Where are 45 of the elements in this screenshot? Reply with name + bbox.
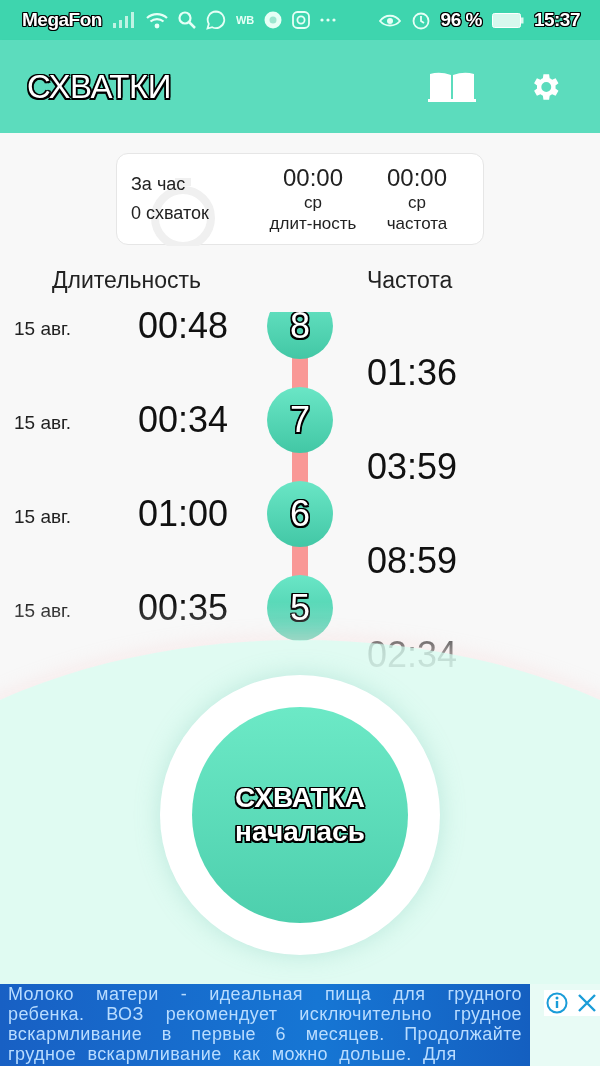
contraction-date: 15 авг. [13, 505, 72, 528]
app-title: СХВАТКИ [27, 67, 172, 106]
chat-bubble-icon [205, 10, 226, 30]
contraction-number: 8 [267, 312, 333, 359]
contraction-interval: 08:59 [366, 540, 459, 582]
contraction-number: 7 [267, 387, 333, 453]
contraction-duration: 00:34 [137, 399, 230, 441]
eye-icon [378, 12, 401, 28]
contraction-interval: 02:34 [366, 634, 459, 676]
column-heading: Длительность [52, 267, 203, 294]
contraction-duration: 00:35 [137, 587, 230, 629]
contraction-date: 15 авг. [13, 411, 72, 434]
contraction-number: 6 [267, 481, 333, 547]
browser-icon [264, 11, 283, 29]
stat-label: длит-ность [269, 213, 357, 234]
stat-value: 00:00 [282, 164, 344, 192]
clock-time: 15:37 [533, 9, 580, 31]
more-icon [320, 18, 337, 22]
stat-label: частота [386, 213, 448, 234]
stat-label: ср [304, 192, 322, 213]
column-heading: Частота [367, 267, 453, 294]
contraction-count: 0 схваток [131, 203, 210, 224]
contraction-interval: 03:59 [366, 446, 459, 488]
close-icon[interactable] [576, 992, 598, 1014]
info-icon[interactable] [546, 992, 568, 1014]
wifi-icon [145, 11, 168, 29]
contraction-interval: 01:36 [366, 352, 459, 394]
contraction-duration: 00:48 [137, 312, 230, 347]
contraction-number: 5 [267, 575, 333, 641]
carrier-name: MegaFon [22, 9, 102, 31]
ad-banner[interactable]: Молоко матери - идеальная пища для грудного ребенка. ВОЗ рекомендует исключительно грудное вскармливание в первые 6 месяцев. Продолжайте грудное вскармливание как можно дольше. Для [0, 984, 530, 1066]
contraction-duration: 01:00 [137, 493, 230, 535]
period-label: За час [131, 174, 187, 195]
battery-percent: 96 % [440, 9, 482, 31]
camera-icon [292, 11, 311, 29]
battery-icon [491, 12, 524, 28]
alarm-clock-icon [410, 10, 431, 30]
book-icon[interactable] [428, 70, 476, 103]
search-icon [177, 11, 196, 29]
contraction-date: 15 авг. [13, 599, 72, 622]
stat-label: ср [408, 192, 426, 213]
signal-icon [111, 12, 136, 28]
stat-value: 00:00 [386, 164, 448, 192]
contraction-date: 15 авг. [13, 317, 72, 340]
app-label: WB [235, 14, 255, 26]
